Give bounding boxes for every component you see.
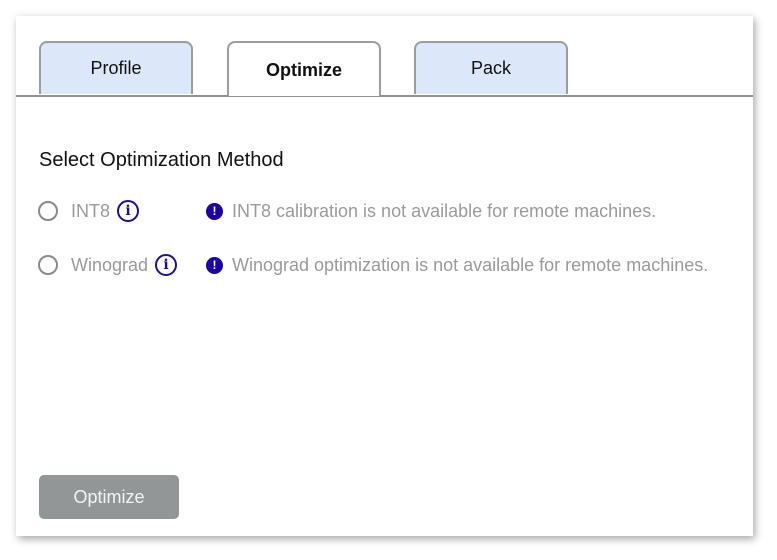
tab-pack-label: Pack bbox=[470, 58, 512, 78]
int8-warning-text: INT8 calibration is not available for re… bbox=[232, 200, 657, 221]
int8-radio[interactable] bbox=[38, 201, 58, 221]
tab-profile[interactable]: Profile bbox=[39, 41, 193, 94]
option-winograd: Winograd i bbox=[38, 252, 178, 278]
winograd-label: Winograd bbox=[71, 254, 149, 275]
tab-pack[interactable]: Pack bbox=[414, 41, 568, 94]
optimize-button[interactable]: Optimize bbox=[39, 475, 179, 519]
exclamation-circle-icon: ! bbox=[206, 202, 223, 220]
option-int8: INT8 i bbox=[38, 198, 140, 224]
tab-profile-label: Profile bbox=[90, 58, 142, 78]
int8-label: INT8 bbox=[71, 200, 111, 221]
optimization-panel: Profile Optimize Pack Select Optimizatio… bbox=[16, 16, 753, 536]
section-title: Select Optimization Method bbox=[39, 149, 284, 171]
winograd-radio[interactable] bbox=[38, 255, 58, 275]
tab-optimize-label: Optimize bbox=[265, 60, 342, 80]
int8-warning: ! INT8 calibration is not available for … bbox=[206, 198, 656, 224]
winograd-warning-text: Winograd optimization is not available f… bbox=[232, 254, 709, 275]
winograd-warning: ! Winograd optimization is not available… bbox=[206, 252, 708, 278]
info-circle-icon[interactable]: i bbox=[117, 200, 140, 222]
tab-bar: Profile Optimize Pack bbox=[16, 16, 753, 97]
exclamation-circle-icon: ! bbox=[206, 256, 223, 274]
tab-optimize[interactable]: Optimize bbox=[227, 41, 381, 96]
info-circle-icon[interactable]: i bbox=[155, 254, 178, 276]
